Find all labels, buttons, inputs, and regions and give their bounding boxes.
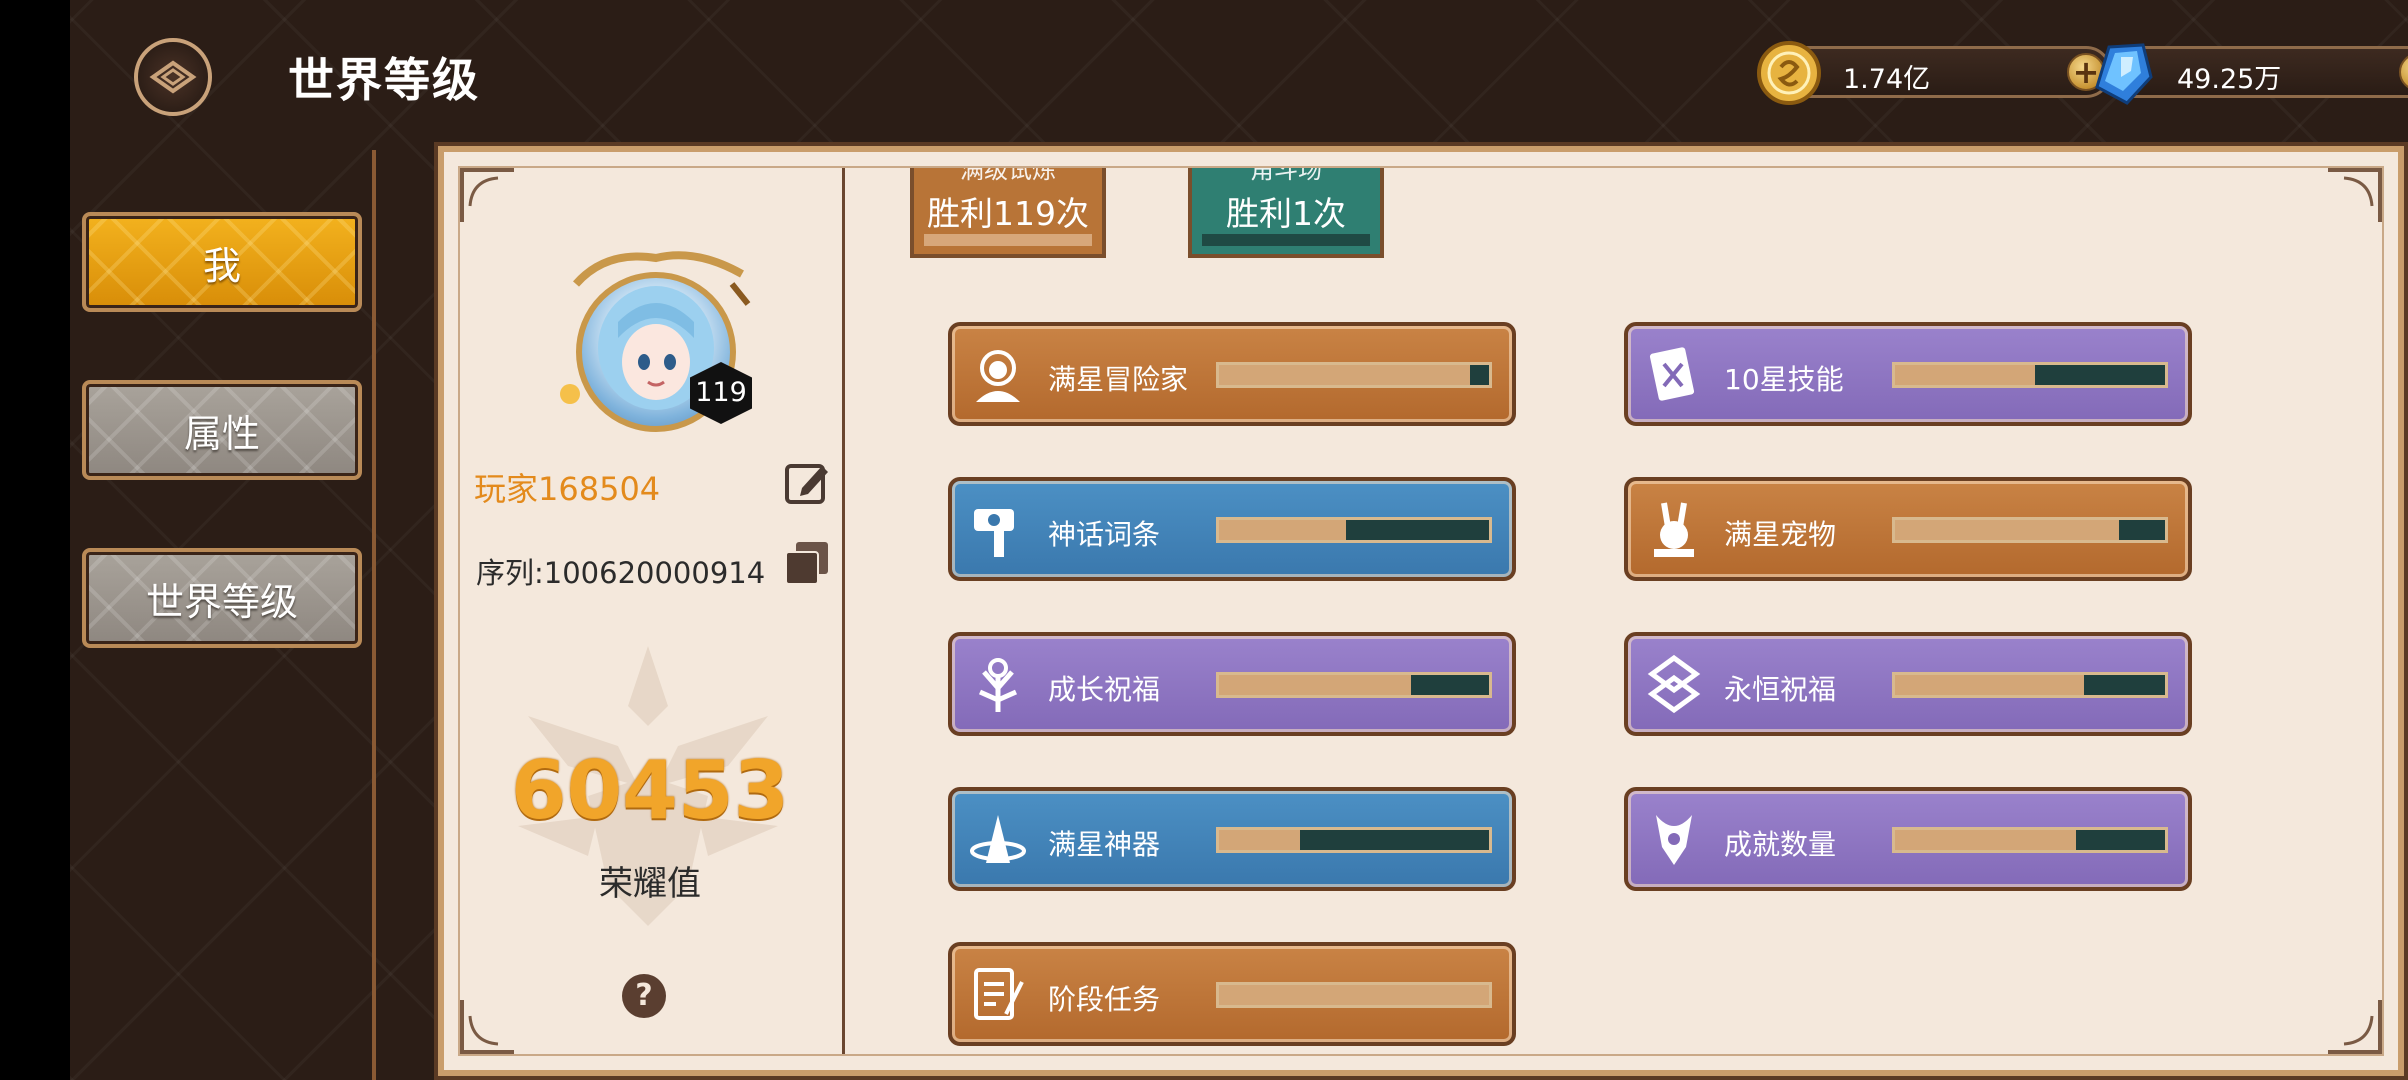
trial-card-arena[interactable]: 角斗场 胜利1次 bbox=[1188, 166, 1384, 258]
stat-card[interactable]: 成长祝福 bbox=[948, 632, 1516, 736]
edit-name-icon[interactable] bbox=[784, 458, 832, 506]
trial-title: 角斗场 bbox=[1250, 166, 1322, 184]
progress-bar bbox=[1216, 672, 1492, 698]
progress-bar bbox=[1216, 827, 1492, 853]
growth-tree-icon bbox=[978, 658, 1018, 712]
blue-gem-icon bbox=[2095, 43, 2153, 105]
add-gem-button[interactable]: + bbox=[2399, 53, 2408, 91]
page-title: 世界等级 bbox=[288, 53, 480, 107]
stat-card[interactable]: 满星神器 bbox=[948, 787, 1516, 891]
pet-icon bbox=[1654, 502, 1694, 557]
gold-coin-icon bbox=[1757, 41, 1821, 105]
nav-tab-attributes[interactable]: 属性 bbox=[82, 380, 362, 480]
progress-bar bbox=[1892, 672, 2168, 698]
nav-tab-world-level[interactable]: 世界等级 bbox=[82, 548, 362, 648]
trial-title: 满级试炼 bbox=[960, 166, 1056, 184]
profile-column: 119 玩家168504 序列:100620000914 60453 荣耀值 ? bbox=[458, 166, 845, 1056]
achievement-icon bbox=[1656, 815, 1692, 865]
stat-label: 10星技能 bbox=[1724, 363, 1844, 396]
stat-card[interactable]: 满星冒险家 bbox=[948, 322, 1516, 426]
avatar-frame[interactable]: 119 bbox=[546, 244, 762, 460]
progress-fill bbox=[1895, 830, 2076, 850]
progress-fill bbox=[1895, 520, 2120, 540]
hammer-icon bbox=[974, 509, 1014, 557]
stat-label: 永恒祝福 bbox=[1724, 673, 1837, 706]
progress-fill bbox=[1895, 675, 2084, 695]
progress-bar bbox=[1892, 362, 2168, 388]
stat-card[interactable]: 永恒祝福 bbox=[1624, 632, 2192, 736]
stat-card[interactable]: 10星技能 bbox=[1624, 322, 2192, 426]
copy-icon[interactable] bbox=[784, 540, 830, 586]
back-button[interactable] bbox=[134, 38, 212, 116]
help-icon[interactable]: ? bbox=[622, 974, 666, 1018]
back-arrow-icon bbox=[149, 60, 197, 94]
trial-bar bbox=[1202, 234, 1370, 246]
achievement-area: 满级试炼 胜利119次 角斗场 胜利1次 满星冒险家 10星技能神话词条 满星宠物成… bbox=[844, 166, 2384, 1056]
stat-card[interactable]: 成就数量 bbox=[1624, 787, 2192, 891]
progress-bar bbox=[1892, 517, 2168, 543]
stat-card[interactable]: 神话词条 bbox=[948, 477, 1516, 581]
player-name: 玩家168504 bbox=[474, 470, 661, 508]
stat-label: 成长祝福 bbox=[1048, 673, 1161, 706]
artifact-icon bbox=[970, 815, 1026, 863]
stat-label: 成就数量 bbox=[1724, 828, 1837, 861]
gold-currency: 1.74亿 + bbox=[1757, 41, 2112, 105]
stat-label: 阶段任务 bbox=[1048, 983, 1161, 1016]
trial-result: 胜利119次 bbox=[927, 194, 1089, 233]
progress-fill bbox=[1895, 365, 2036, 385]
trial-bar bbox=[924, 234, 1092, 246]
nav-tab-me[interactable]: 我 bbox=[82, 212, 362, 312]
trial-card-max-level[interactable]: 满级试炼 胜利119次 bbox=[910, 166, 1106, 258]
adventurer-icon bbox=[976, 350, 1020, 402]
stat-label: 满星宠物 bbox=[1724, 518, 1837, 551]
stat-card[interactable]: 满星宠物 bbox=[1624, 477, 2192, 581]
progress-fill bbox=[1219, 520, 1346, 540]
nav-divider bbox=[372, 150, 376, 1080]
progress-bar bbox=[1216, 517, 1492, 543]
honor-label: 荣耀值 bbox=[599, 864, 701, 904]
gem-amount: 49.25万 bbox=[2177, 64, 2282, 95]
quest-scroll-icon bbox=[974, 968, 1024, 1020]
gold-amount: 1.74亿 bbox=[1843, 64, 1931, 95]
stat-label: 神话词条 bbox=[1048, 518, 1161, 551]
trial-result: 胜利1次 bbox=[1226, 194, 1346, 233]
app-window: 世界等级 1.74亿 + 49.25万 + 我 属性 世界等级 bbox=[70, 0, 2408, 1080]
progress-fill bbox=[1219, 675, 1411, 695]
progress-fill bbox=[1219, 830, 1300, 850]
skill-book-icon bbox=[1649, 347, 1695, 401]
progress-bar bbox=[1216, 362, 1492, 388]
stat-card[interactable]: 阶段任务 bbox=[948, 942, 1516, 1046]
progress-bar bbox=[1892, 827, 2168, 853]
main-panel: 119 玩家168504 序列:100620000914 60453 荣耀值 ?… bbox=[438, 146, 2404, 1076]
stat-label: 满星神器 bbox=[1048, 828, 1161, 861]
serial-number: 序列:100620000914 bbox=[476, 556, 766, 590]
honor-value: 60453 bbox=[510, 744, 790, 837]
progress-bar bbox=[1216, 982, 1492, 1008]
stat-label: 满星冒险家 bbox=[1048, 363, 1189, 396]
eternal-knot-icon bbox=[1647, 654, 1701, 714]
gem-currency: 49.25万 + bbox=[2095, 43, 2408, 105]
progress-fill bbox=[1219, 365, 1471, 385]
progress-fill bbox=[1219, 985, 1489, 1005]
